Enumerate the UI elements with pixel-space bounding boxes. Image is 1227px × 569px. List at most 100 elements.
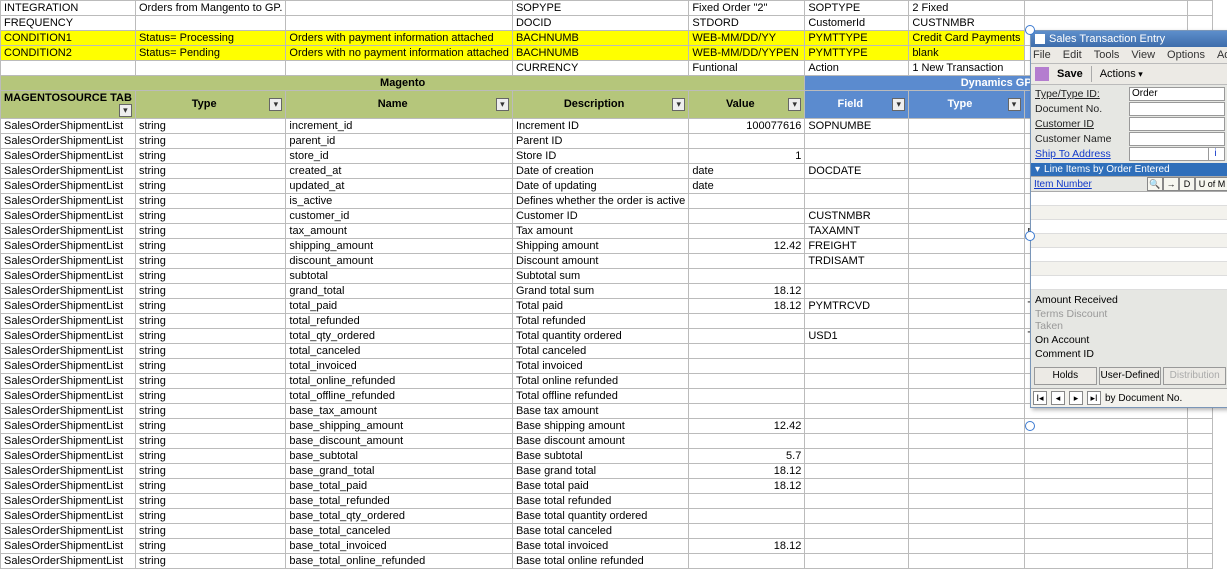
- cell-desc[interactable]: Total offline refunded: [512, 389, 688, 404]
- cell-desc[interactable]: Total quantity ordered: [512, 329, 688, 344]
- cell-src[interactable]: SalesOrderShipmentList: [1, 314, 136, 329]
- cell-type[interactable]: string: [135, 404, 285, 419]
- cell-comm[interactable]: [1024, 509, 1188, 524]
- col-header-type[interactable]: Type▾: [135, 91, 285, 119]
- selection-handle[interactable]: [1025, 231, 1035, 241]
- cell-field[interactable]: [805, 314, 909, 329]
- cell-src[interactable]: SalesOrderShipmentList: [1, 539, 136, 554]
- cell-desc[interactable]: Subtotal sum: [512, 269, 688, 284]
- holds-button[interactable]: Holds: [1034, 367, 1097, 385]
- cell[interactable]: Status= Pending: [135, 46, 285, 61]
- cell-gtype[interactable]: [909, 494, 1024, 509]
- cell-field[interactable]: USD1: [805, 329, 909, 344]
- cell[interactable]: PYMTTYPE: [805, 31, 909, 46]
- cell-gtype[interactable]: [909, 374, 1024, 389]
- cell-val[interactable]: [689, 434, 805, 449]
- cell-field[interactable]: [805, 149, 909, 164]
- cell-field[interactable]: [805, 419, 909, 434]
- cell-src[interactable]: SalesOrderShipmentList: [1, 479, 136, 494]
- cell-gtype[interactable]: [909, 209, 1024, 224]
- cell-src[interactable]: SalesOrderShipmentList: [1, 524, 136, 539]
- cell-src[interactable]: SalesOrderShipmentList: [1, 404, 136, 419]
- cell-desc[interactable]: Store ID: [512, 149, 688, 164]
- cell-type[interactable]: string: [135, 554, 285, 569]
- gp-menubar[interactable]: File Edit Tools View Options Add: [1031, 47, 1227, 64]
- cell[interactable]: CURRENCY: [512, 61, 688, 76]
- cell-type[interactable]: string: [135, 224, 285, 239]
- gp-lineitems-header[interactable]: ▾ Line Items by Order Entered: [1031, 163, 1227, 176]
- cell[interactable]: [135, 16, 285, 31]
- cell-name[interactable]: base_total_qty_ordered: [286, 509, 513, 524]
- cell-name[interactable]: discount_amount: [286, 254, 513, 269]
- filter-icon[interactable]: ▾: [672, 98, 685, 111]
- cell-gtype[interactable]: [909, 224, 1024, 239]
- cell-name[interactable]: base_discount_amount: [286, 434, 513, 449]
- cell-src[interactable]: SalesOrderShipmentList: [1, 359, 136, 374]
- cell-src[interactable]: SalesOrderShipmentList: [1, 449, 136, 464]
- lookup-icon[interactable]: 🔍: [1147, 177, 1163, 191]
- cell-val[interactable]: [689, 524, 805, 539]
- cell-name[interactable]: base_total_paid: [286, 479, 513, 494]
- cell-src[interactable]: SalesOrderShipmentList: [1, 254, 136, 269]
- cell-desc[interactable]: Parent ID: [512, 134, 688, 149]
- cell-gtype[interactable]: [909, 119, 1024, 134]
- cell[interactable]: Status= Processing: [135, 31, 285, 46]
- filter-icon[interactable]: ▾: [892, 98, 905, 111]
- cell-gtype[interactable]: [909, 314, 1024, 329]
- cell-src[interactable]: SalesOrderShipmentList: [1, 224, 136, 239]
- cell-type[interactable]: string: [135, 299, 285, 314]
- cell-comm[interactable]: [1024, 524, 1188, 539]
- cell-field[interactable]: [805, 284, 909, 299]
- filter-icon[interactable]: ▾: [496, 98, 509, 111]
- cell-gtype[interactable]: [909, 449, 1024, 464]
- cell-desc[interactable]: Customer ID: [512, 209, 688, 224]
- cell-src[interactable]: SalesOrderShipmentList: [1, 134, 136, 149]
- nav-first-icon[interactable]: I◂: [1033, 391, 1047, 405]
- cell[interactable]: CustomerId: [805, 16, 909, 31]
- cell-name[interactable]: updated_at: [286, 179, 513, 194]
- cell-desc[interactable]: Total refunded: [512, 314, 688, 329]
- cell-desc[interactable]: Total paid: [512, 299, 688, 314]
- lineitems-grid[interactable]: [1031, 192, 1227, 290]
- cell-type[interactable]: string: [135, 284, 285, 299]
- cell-desc[interactable]: Base shipping amount: [512, 419, 688, 434]
- cell-src[interactable]: SalesOrderShipmentList: [1, 374, 136, 389]
- cell-val[interactable]: 18.12: [689, 479, 805, 494]
- cell-type[interactable]: string: [135, 389, 285, 404]
- cell-type[interactable]: string: [135, 359, 285, 374]
- cell-src[interactable]: SalesOrderShipmentList: [1, 329, 136, 344]
- cell-gtype[interactable]: [909, 464, 1024, 479]
- cell-src[interactable]: SalesOrderShipmentList: [1, 509, 136, 524]
- field-custid[interactable]: [1129, 117, 1225, 131]
- cell-src[interactable]: SalesOrderShipmentList: [1, 419, 136, 434]
- cell-gtype[interactable]: [909, 479, 1024, 494]
- arrow-right-icon[interactable]: →: [1163, 177, 1179, 191]
- cell-field[interactable]: DOCDATE: [805, 164, 909, 179]
- cell-src[interactable]: SalesOrderShipmentList: [1, 464, 136, 479]
- cell-val[interactable]: date: [689, 179, 805, 194]
- cell-gtype[interactable]: [909, 269, 1024, 284]
- cell-type[interactable]: string: [135, 314, 285, 329]
- cell-comm[interactable]: [1024, 464, 1188, 479]
- cell-type[interactable]: string: [135, 344, 285, 359]
- cell-name[interactable]: base_tax_amount: [286, 404, 513, 419]
- col-header-description[interactable]: Description▾: [512, 91, 688, 119]
- cell-desc[interactable]: Discount amount: [512, 254, 688, 269]
- cell[interactable]: BACHNUMB: [512, 46, 688, 61]
- cell-gtype[interactable]: [909, 434, 1024, 449]
- cell-val[interactable]: [689, 389, 805, 404]
- cell-desc[interactable]: Base grand total: [512, 464, 688, 479]
- cell-name[interactable]: grand_total: [286, 284, 513, 299]
- cell-val[interactable]: [689, 329, 805, 344]
- cell-name[interactable]: shipping_amount: [286, 239, 513, 254]
- cell-name[interactable]: total_invoiced: [286, 359, 513, 374]
- cell-val[interactable]: [689, 314, 805, 329]
- cell-src[interactable]: SalesOrderShipmentList: [1, 284, 136, 299]
- cell-gtype[interactable]: [909, 524, 1024, 539]
- cell-val[interactable]: [689, 194, 805, 209]
- filter-icon[interactable]: ▾: [1008, 98, 1021, 111]
- cell-name[interactable]: base_total_canceled: [286, 524, 513, 539]
- cell-comm[interactable]: [1024, 494, 1188, 509]
- cell-val[interactable]: 5.7: [689, 449, 805, 464]
- cell-desc[interactable]: Base total canceled: [512, 524, 688, 539]
